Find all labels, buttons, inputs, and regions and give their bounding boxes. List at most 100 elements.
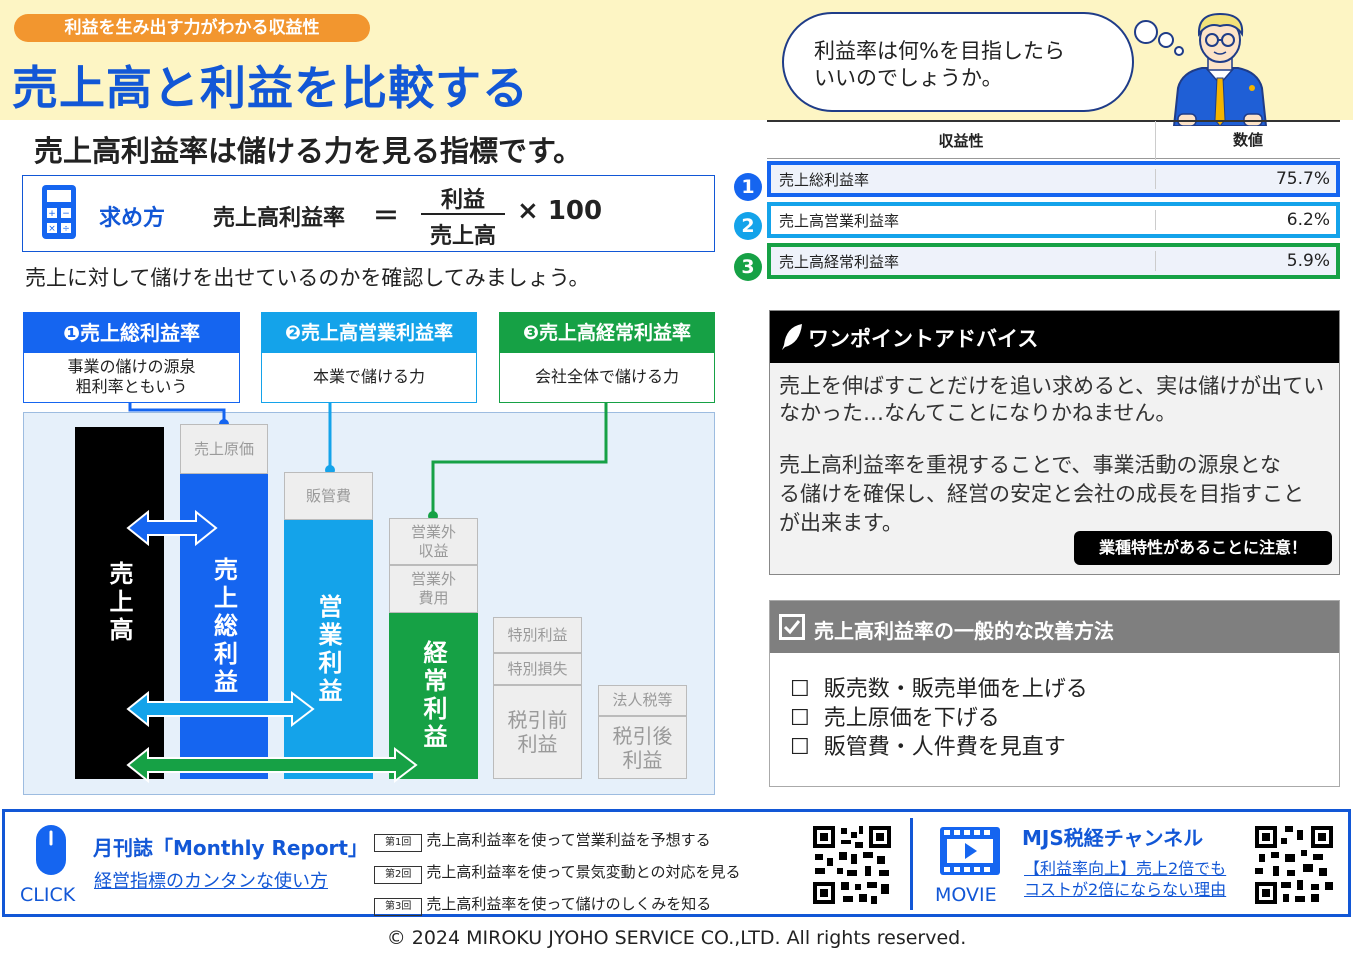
advice-line: 売上を伸ばすことだけを追い求めると、実は儲けが出てい: [779, 374, 1325, 398]
movie-film-icon: [940, 827, 1000, 875]
advice-title: ワンポイントアドバイス: [808, 327, 1039, 351]
improvement-item: ☐ 販売数・販売単価を上げる: [790, 675, 1088, 704]
bubble-line: いいのでしょうか。: [814, 66, 1003, 90]
footer-divider: [910, 818, 913, 910]
advice-line: なかった…なんてことになりかねません。: [779, 401, 1177, 425]
link-line: コストが2倍にならない理由: [1024, 880, 1227, 899]
svg-text:−: −: [62, 209, 70, 219]
category-desc: 会社全体で儲ける力: [534, 367, 679, 386]
checkbox-checked-icon: [779, 614, 805, 640]
advice-paragraph: 売上高利益率を重視することで、事業活動の源泉とな る儲けを確保し、経営の安定と会…: [779, 451, 1304, 538]
category-card-operating: ❷売上高営業利益率 本業で儲ける力: [261, 312, 477, 403]
subtitle: 売上高利益率は儲ける力を見る指標です。: [34, 134, 583, 168]
column-header: 数値: [1155, 120, 1340, 160]
improvement-item: ☐ 売上原価を下げる: [790, 704, 1088, 733]
episode-item[interactable]: 第3回 売上高利益率を使って儲けのしくみを知る: [374, 888, 740, 920]
click-label: CLICK: [20, 884, 76, 906]
category-card-gross: ❶売上総利益率 事業の儲けの源泉 粗利率ともいう: [23, 312, 240, 403]
checkbox-icon: ☐: [790, 706, 810, 731]
qr-code-video[interactable]: [1253, 824, 1335, 906]
ratio-value: 6.2%: [1155, 210, 1336, 230]
magazine-link[interactable]: 経営指標のカンタンな使い方: [94, 867, 328, 893]
category-title: ❶売上総利益率: [24, 313, 239, 353]
episode-item[interactable]: 第2回 売上高利益率を使って景気変動との対応を見る: [374, 856, 740, 888]
box-non-op-income: 営業外 収益: [389, 518, 478, 565]
box-cogs: 売上原価: [180, 424, 268, 474]
ratio-value: 5.9%: [1155, 251, 1336, 271]
box-sga: 販管費: [284, 472, 373, 520]
caution-badge: 業種特性があることに注意！: [1074, 531, 1332, 565]
bar-sales: 売上高: [75, 427, 164, 779]
formula-lhs: 売上高利益率: [213, 206, 346, 231]
advice-line: る儲けを確保し、経営の安定と会社の成長を目指すこと: [779, 482, 1304, 506]
formula-label: 求め方: [99, 206, 166, 231]
item-text: 売上原価を下げる: [823, 706, 1000, 731]
formula-equals: ＝: [373, 202, 400, 232]
improvement-item: ☐ 販管費・人件費を見直す: [790, 733, 1088, 762]
qr-code-magazine[interactable]: [811, 824, 893, 906]
mouse-icon: [36, 825, 66, 875]
episode-text: 売上高利益率を使って儲けのしくみを知る: [426, 895, 712, 913]
episode-item[interactable]: 第1回 売上高利益率を使って営業利益を予想する: [374, 824, 740, 856]
ratio-label: 売上高経常利益率: [779, 252, 900, 271]
channel-title: MJS税経チャンネル: [1022, 826, 1204, 850]
magazine-title: 月刊誌「Monthly Report」: [93, 836, 368, 860]
formula-box: + − × ÷ 求め方 売上高利益率 ＝ 利益 売上高 × 100: [22, 175, 715, 252]
row-number-badge: 2: [734, 212, 762, 240]
table-header: 収益性 数値: [767, 120, 1340, 160]
thought-dot: [1134, 20, 1158, 44]
svg-text:+: +: [48, 209, 56, 219]
checkbox-icon: ☐: [790, 735, 810, 760]
ratio-value: 75.7%: [1155, 169, 1336, 189]
column-header: 収益性: [938, 131, 984, 150]
bar-operating-profit: 営業利益: [284, 520, 373, 779]
link-line: 【利益率向上】売上2倍でも: [1024, 859, 1227, 878]
row-number-badge: 3: [734, 253, 762, 281]
checkbox-icon: ☐: [790, 677, 810, 702]
bar-gross-profit: 売上総利益: [180, 474, 268, 779]
improvement-box: 売上高利益率の一般的な改善方法 ☐ 販売数・販売単価を上げる ☐ 売上原価を下げ…: [769, 600, 1340, 787]
ratio-table: 収益性 数値 売上総利益率 75.7% 売上高営業利益率 6.2% 売上高経常利…: [767, 120, 1340, 285]
label: 税引後: [612, 723, 673, 748]
advice-box: ワンポイントアドバイス 売上を伸ばすことだけを追い求めると、実は儲けが出てい な…: [769, 310, 1340, 575]
table-row: 売上高経常利益率 5.9%: [767, 243, 1340, 279]
label: 利益: [517, 732, 558, 756]
table-row: 売上高営業利益率 6.2%: [767, 202, 1340, 238]
footer-panel: CLICK 月刊誌「Monthly Report」 経営指標のカンタンな使い方 …: [2, 809, 1351, 917]
episode-tag: 第1回: [374, 834, 423, 852]
label: 収益: [418, 541, 449, 560]
page-title: 売上高と利益を比較する: [12, 61, 529, 115]
category-title: ❷売上高営業利益率: [262, 313, 476, 353]
box-tax: 法人税等: [598, 685, 687, 716]
intro-text: 売上に対して儲けを出せているのかを確認してみましょう。: [25, 266, 590, 290]
box-special-loss: 特別損失: [493, 653, 582, 685]
category-desc: 本業で儲ける力: [312, 367, 425, 386]
box-special-gain: 特別利益: [493, 617, 582, 653]
fraction-line: [421, 213, 505, 215]
calculator-icon: + − × ÷: [42, 185, 76, 239]
bar-ordinary-profit: 経常利益: [389, 613, 478, 779]
movie-label: MOVIE: [935, 884, 997, 906]
svg-text:×: ×: [48, 224, 56, 234]
label: 利益: [622, 747, 663, 772]
advice-paragraph: 売上を伸ばすことだけを追い求めると、実は儲けが出てい なかった…なんてことになり…: [779, 373, 1324, 427]
bubble-line: 利益率は何%を目指したら: [814, 39, 1065, 63]
improvement-title: 売上高利益率の一般的な改善方法: [814, 619, 1114, 643]
svg-text:÷: ÷: [62, 224, 70, 234]
businessman-icon: [1172, 12, 1268, 126]
category-desc: 事業の儲けの源泉: [67, 357, 196, 376]
improvement-list: ☐ 販売数・販売単価を上げる ☐ 売上原価を下げる ☐ 販管費・人件費を見直す: [790, 675, 1088, 762]
topic-tag: 利益を生み出す力がわかる収益性: [14, 14, 370, 42]
label: 費用: [418, 589, 449, 607]
category-title: ❸売上高経常利益率: [500, 313, 714, 353]
episode-tag: 第3回: [374, 898, 423, 916]
channel-video-link[interactable]: 【利益率向上】売上2倍でも コストが2倍にならない理由: [1024, 858, 1226, 900]
speech-bubble: 利益率は何%を目指したら いいのでしょうか。: [782, 12, 1134, 112]
label: 税引前: [507, 708, 568, 732]
label: 営業外: [410, 522, 456, 541]
advice-line: 売上高利益率を重視することで、事業活動の源泉とな: [779, 453, 1281, 477]
row-number-badge: 1: [734, 173, 762, 201]
episode-text: 売上高利益率を使って営業利益を予想する: [426, 831, 711, 849]
formula-denominator: 売上高: [429, 224, 496, 249]
formula-multiplier: × 100: [517, 196, 603, 226]
